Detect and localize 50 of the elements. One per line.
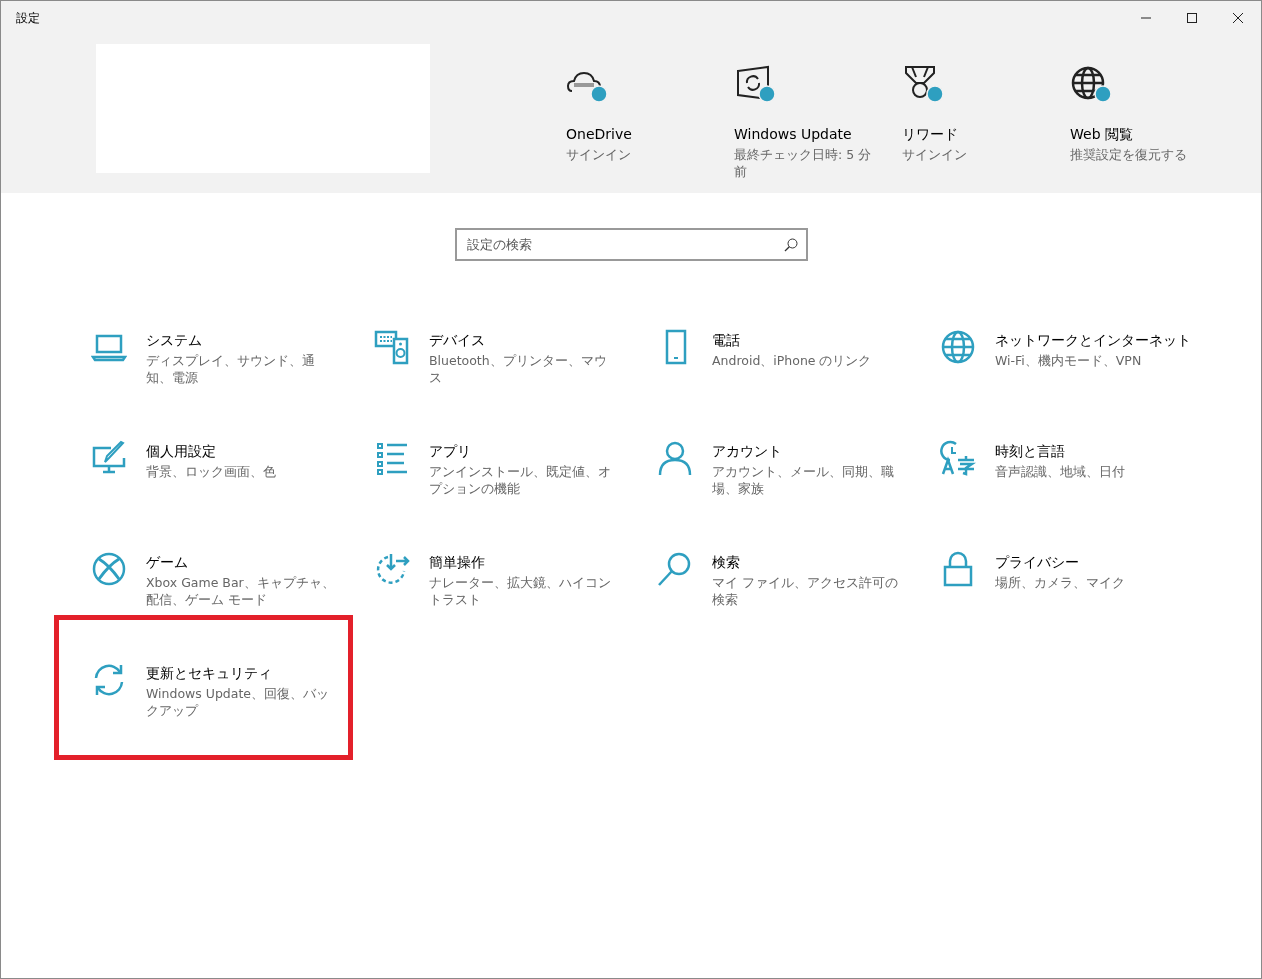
maximize-icon [1186, 12, 1198, 24]
xbox-icon [91, 551, 127, 587]
tile-title[interactable]: OneDrive [566, 125, 632, 144]
category-subtitle: アンインストール、既定値、オプションの機能 [429, 463, 612, 497]
category-subtitle: Android、iPhone のリンク [712, 352, 873, 369]
category-subtitle: 音声認識、地域、日付 [995, 463, 1126, 480]
monitor-brush-icon [91, 440, 127, 476]
window-title: 設定 [16, 9, 40, 27]
category-title[interactable]: 検索 [712, 553, 902, 572]
medal-icon [902, 65, 946, 105]
person-icon [657, 440, 693, 476]
search-icon [783, 238, 798, 252]
globe-icon [1070, 65, 1114, 105]
globe-icon [940, 329, 976, 365]
category-subtitle: ナレーター、拡大鏡、ハイコントラスト [429, 574, 612, 608]
category-title[interactable]: 簡単操作 [429, 553, 619, 572]
category-title[interactable]: アプリ [429, 442, 619, 461]
category-subtitle: 背景、ロック画面、色 [146, 463, 277, 480]
category-subtitle: Bluetooth、プリンター、マウス [429, 352, 608, 386]
category-subtitle: Xbox Game Bar、キャプチャ、配信、ゲーム モード [146, 574, 336, 608]
tile-subtitle: 推奨設定を復元する [1070, 146, 1188, 163]
tile-title[interactable]: Web 閲覧 [1070, 125, 1133, 144]
category-title[interactable]: 時刻と言語 [995, 442, 1185, 461]
category-title[interactable]: ゲーム [146, 553, 336, 572]
category-title[interactable]: 更新とセキュリティ [146, 664, 336, 683]
category-title[interactable]: 個人用設定 [146, 442, 336, 461]
category-subtitle: アカウント、メール、同期、職場、家族 [712, 463, 895, 497]
category-subtitle: マイ ファイル、アクセス許可の検索 [712, 574, 899, 608]
dashed-circle-arrow-icon [374, 551, 410, 587]
category-subtitle: Windows Update、回復、バックアップ [146, 685, 331, 719]
category-title[interactable]: アカウント [712, 442, 902, 461]
category-title[interactable]: デバイス [429, 331, 619, 350]
keyboard-speaker-icon [374, 329, 410, 365]
category-title[interactable]: 電話 [712, 331, 902, 350]
close-icon [1232, 12, 1244, 24]
category-subtitle: ディスプレイ、サウンド、通知、電源 [146, 352, 316, 386]
tile-subtitle: サインイン [566, 146, 632, 163]
category-subtitle: 場所、カメラ、マイク [995, 574, 1126, 591]
tile-subtitle: 最終チェック日時: 5 分前 [734, 146, 873, 180]
tile-subtitle: サインイン [902, 146, 968, 163]
clock-letters-icon [940, 440, 976, 476]
list-icon [374, 440, 410, 476]
category-subtitle: Wi-Fi、機内モード、VPN [995, 352, 1143, 369]
tile-title[interactable]: Windows Update [734, 125, 852, 144]
search-icon [657, 551, 693, 587]
tile-title[interactable]: リワード [902, 125, 958, 144]
update-window-icon [734, 65, 778, 105]
search-field[interactable]: 設定の検索 [454, 228, 808, 261]
category-title[interactable]: システム [146, 331, 336, 350]
category-title[interactable]: プライバシー [995, 553, 1185, 572]
